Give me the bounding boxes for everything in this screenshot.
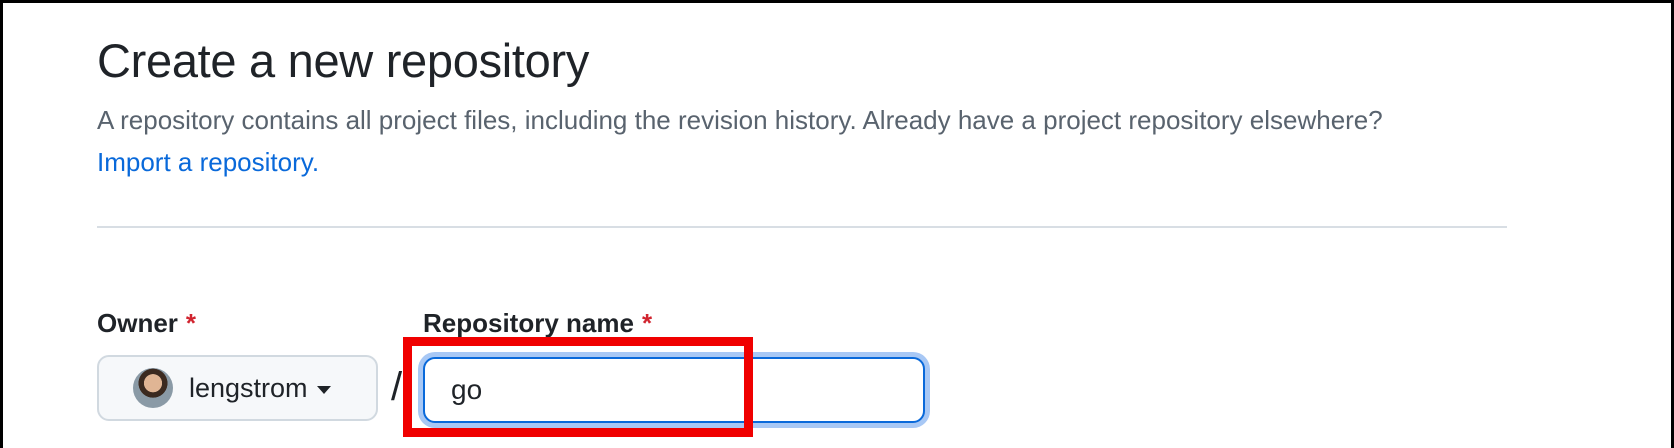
owner-label: Owner * [97,308,196,339]
owner-name: lengstrom [189,372,308,403]
page-title: Create a new repository [97,34,590,87]
repository-name-input[interactable] [423,357,925,423]
owner-required-mark: * [185,308,197,338]
repository-name-label: Repository name * [423,308,652,339]
owner-label-text: Owner [97,308,178,338]
page-frame: Create a new repository A repository con… [3,3,1671,448]
owner-avatar [133,368,173,408]
page-description: A repository contains all project files,… [97,99,1437,183]
owner-dropdown-button[interactable]: lengstrom [97,355,378,421]
repository-name-label-text: Repository name [423,308,634,338]
caret-down-icon [316,386,331,394]
section-divider [97,226,1507,228]
repository-name-required-mark: * [641,308,653,338]
import-repository-link[interactable]: Import a repository. [97,147,319,177]
description-text: A repository contains all project files,… [97,105,1383,135]
owner-repo-separator: / [391,365,403,409]
